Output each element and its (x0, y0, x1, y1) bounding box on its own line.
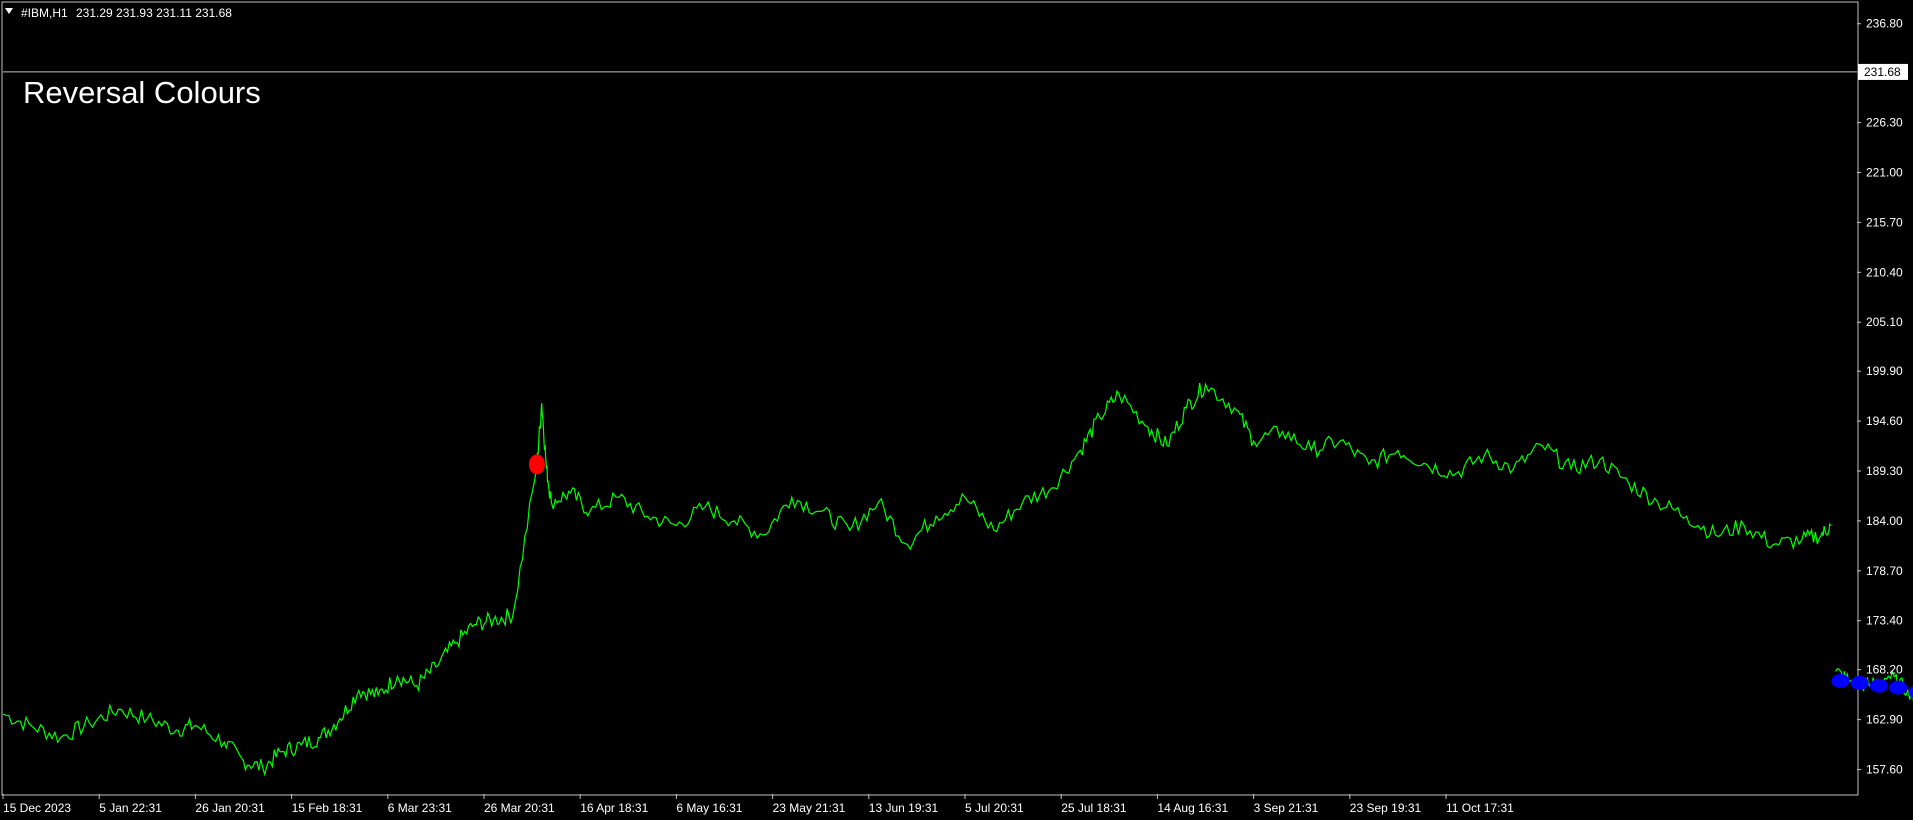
x-tick-label: 23 May 21:31 (773, 801, 846, 815)
y-tick-label: 236.80 (1866, 17, 1903, 31)
ohlc-values: 231.29 231.93 231.11 231.68 (76, 6, 232, 20)
x-tick-label: 15 Feb 18:31 (292, 801, 363, 815)
y-tick-label: 221.00 (1866, 166, 1903, 180)
x-tick-label: 23 Sep 19:31 (1350, 801, 1422, 815)
y-tick-label: 184.00 (1866, 514, 1903, 528)
x-tick-label: 13 Jun 19:31 (869, 801, 939, 815)
x-tick-label: 3 Sep 21:31 (1254, 801, 1319, 815)
reversal-bottom-dot (1869, 678, 1888, 693)
y-tick-label: 162.90 (1866, 713, 1903, 727)
y-tick-label: 194.60 (1866, 414, 1903, 428)
y-tick-label: 215.70 (1866, 215, 1903, 229)
chart-background (0, 0, 1913, 820)
y-tick-label: 173.40 (1866, 614, 1903, 628)
y-tick-label: 205.10 (1866, 315, 1903, 329)
x-tick-label: 15 Dec 2023 (3, 801, 71, 815)
x-tick-label: 11 Oct 17:31 (1446, 801, 1514, 815)
y-tick-label: 157.60 (1866, 763, 1903, 777)
x-tick-label: 5 Jan 22:31 (99, 801, 162, 815)
x-tick-label: 26 Jan 20:31 (195, 801, 265, 815)
symbol-timeframe: #IBM,H1 (21, 6, 68, 20)
indicator-title: Reversal Colours (23, 75, 261, 110)
current-price-label: 231.68 (1864, 65, 1901, 79)
reversal-top-dot (528, 454, 545, 475)
x-tick-label: 26 Mar 20:31 (484, 801, 555, 815)
price-chart[interactable]: 236.80 226.30 221.00 215.70 210.40 205.10 199.… (0, 0, 1913, 820)
y-tick-label: 189.30 (1866, 464, 1903, 478)
x-tick-label: 5 Jul 20:31 (965, 801, 1024, 815)
y-tick-label: 226.30 (1866, 116, 1903, 130)
reversal-bottom-dot (1889, 680, 1908, 695)
x-tick-label: 6 May 16:31 (676, 801, 742, 815)
x-tick-label: 6 Mar 23:31 (388, 801, 452, 815)
y-tick-label: 178.70 (1866, 564, 1903, 578)
x-tick-label: 16 Apr 18:31 (580, 801, 648, 815)
y-tick-label: 199.90 (1866, 364, 1903, 378)
x-tick-label: 14 Aug 16:31 (1157, 801, 1228, 815)
x-tick-label: 25 Jul 18:31 (1061, 801, 1127, 815)
y-tick-label: 210.40 (1866, 265, 1903, 279)
reversal-bottom-dot (1850, 675, 1869, 690)
reversal-bottom-dot (1831, 674, 1850, 688)
y-tick-label: 168.20 (1866, 663, 1903, 677)
